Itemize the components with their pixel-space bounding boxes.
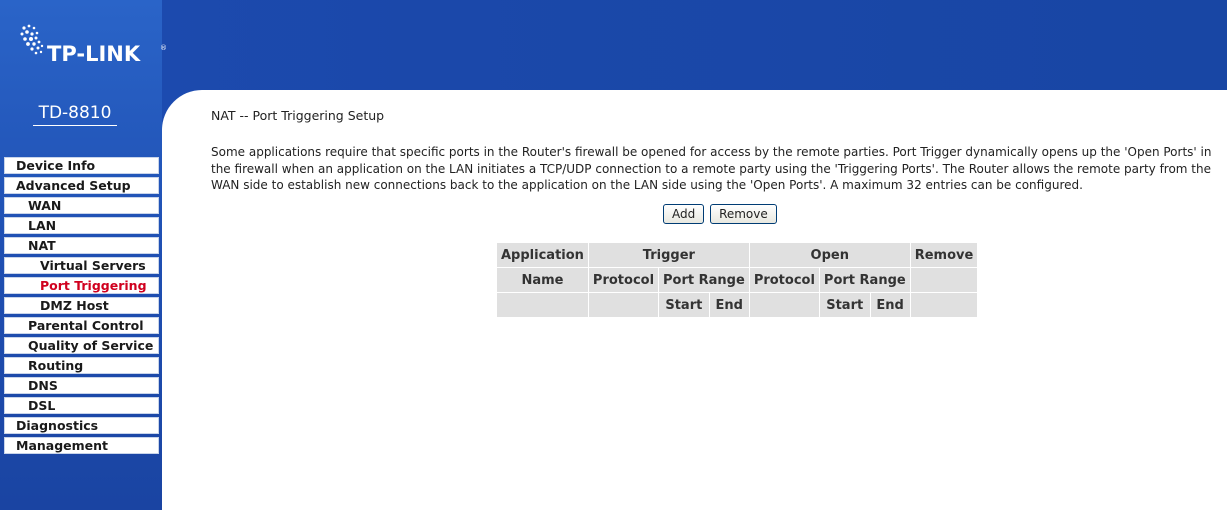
page-description: Some applications require that specific … [211,145,1212,192]
header-remove: Remove [909,242,979,268]
header-open-start: Start [818,292,871,318]
sidebar-item-dsl[interactable]: DSL [4,397,159,414]
header-trigger-protocol: Protocol [587,267,660,293]
sidebar-item-parental-control[interactable]: Parental Control [4,317,159,334]
sidebar-item-quality-of-service[interactable]: Quality of Service [4,337,159,354]
brand-logo-text: TP-LINK [47,42,141,66]
header-remove-blank [909,267,979,293]
table-header-row: Application Trigger Open Remove [496,242,979,268]
header-blank-trigger-protocol [587,292,660,318]
table-subheader-row-2: Start End Start End [496,292,979,318]
sidebar-item-management[interactable]: Management [4,437,159,454]
sidebar-item-nat[interactable]: NAT [4,237,159,254]
sidebar-item-routing[interactable]: Routing [4,357,159,374]
sidebar-item-advanced-setup[interactable]: Advanced Setup [4,177,159,194]
remove-button[interactable]: Remove [710,204,777,224]
action-buttons: Add Remove [663,204,779,224]
header-open-protocol: Protocol [748,267,820,293]
header-trigger: Trigger [587,242,750,268]
sidebar-item-virtual-servers[interactable]: Virtual Servers [4,257,159,274]
sidebar-item-dmz-host[interactable]: DMZ Host [4,297,159,314]
trademark-symbol: ® [160,44,167,52]
sidebar-item-diagnostics[interactable]: Diagnostics [4,417,159,434]
sidebar-item-dns[interactable]: DNS [4,377,159,394]
sidebar-item-wan[interactable]: WAN [4,197,159,214]
header-banner [0,0,1227,90]
header-blank-remove [909,292,979,318]
add-button[interactable]: Add [663,204,705,224]
page-title: NAT -- Port Triggering Setup [211,108,385,123]
sidebar-menu: Device Info Advanced Setup WAN LAN NAT V… [4,157,159,457]
sidebar-item-lan[interactable]: LAN [4,217,159,234]
header-open-port-range: Port Range [818,267,911,293]
header-blank-open-protocol [748,292,820,318]
header-trigger-port-range: Port Range [658,267,750,293]
header-trigger-end: End [708,292,750,318]
table-subheader-row: Name Protocol Port Range Protocol Port R… [496,267,979,293]
header-application: Application [496,242,589,268]
sidebar-item-port-triggering[interactable]: Port Triggering [4,277,159,294]
header-open: Open [748,242,911,268]
header-name: Name [496,267,589,293]
header-trigger-start: Start [658,292,710,318]
sidebar-item-device-info[interactable]: Device Info [4,157,159,174]
main-panel: NAT -- Port Triggering Setup Some applic… [211,105,1221,318]
header-open-end: End [869,292,911,318]
header-blank-name [496,292,589,318]
model-name: TD-8810 [33,103,117,126]
port-triggering-table: Application Trigger Open Remove Name Pro… [496,242,979,318]
